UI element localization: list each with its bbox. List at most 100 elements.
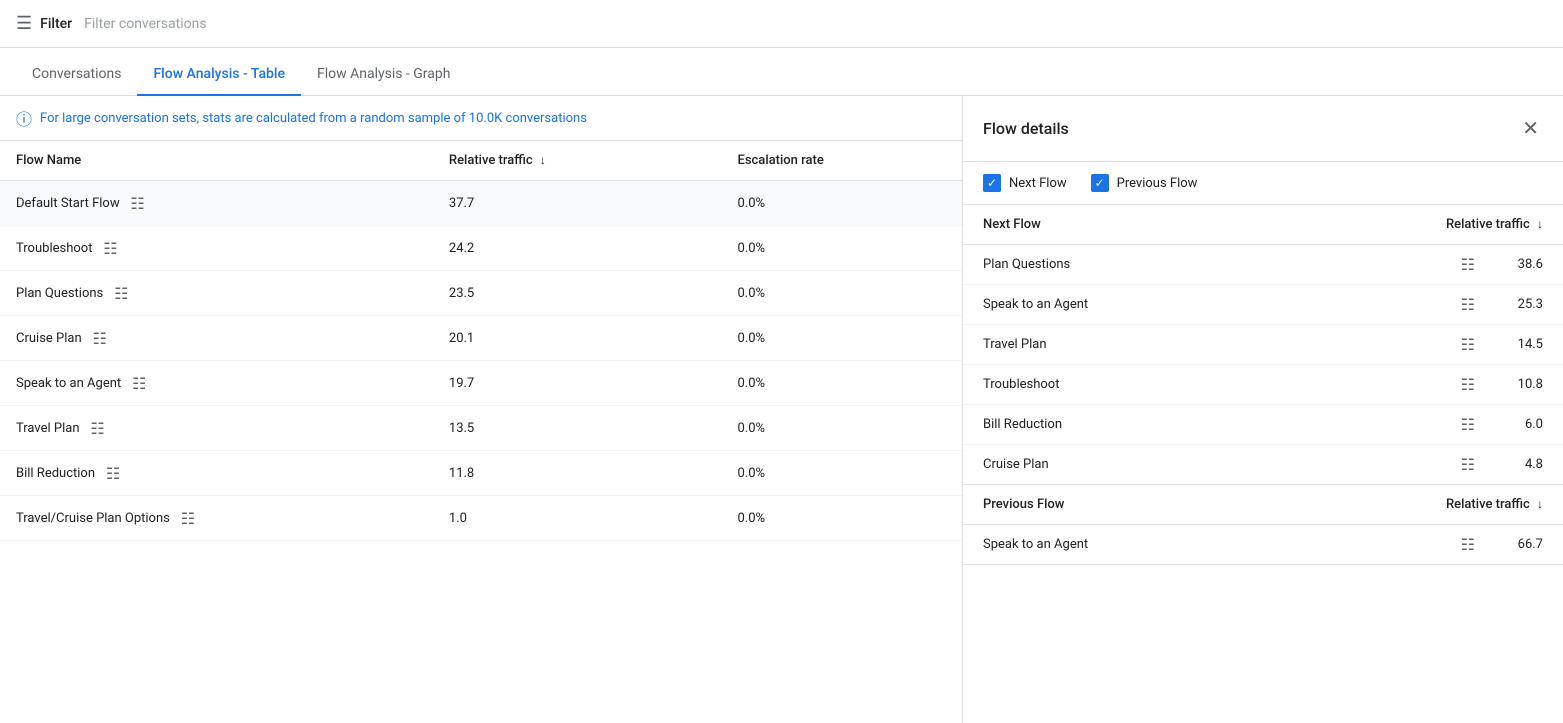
- flow-table-icon: ☷: [111, 283, 131, 303]
- next-flow-row[interactable]: Travel Plan ☷ 14.5: [963, 325, 1563, 365]
- relative-traffic-cell: 13.5: [433, 406, 722, 451]
- right-panel: Flow details ✕ ✓ Next Flow ✓ Previous Fl…: [963, 96, 1563, 723]
- escalation-rate-cell: 0.0%: [721, 451, 962, 496]
- next-flow-name: Cruise Plan: [983, 457, 1453, 472]
- filter-bar: ☰ Filter Filter conversations: [0, 0, 1563, 48]
- next-flow-row[interactable]: Speak to an Agent ☷ 25.3: [963, 285, 1563, 325]
- col-header-relative-traffic[interactable]: Relative traffic ↓: [433, 141, 722, 181]
- flow-name-text: Default Start Flow: [16, 196, 120, 211]
- flow-name-text: Plan Questions: [16, 286, 103, 301]
- info-banner: ⓘ For large conversation sets, stats are…: [0, 96, 962, 141]
- flow-name-text: Cruise Plan: [16, 331, 82, 346]
- next-flow-section: Next Flow Relative traffic ↓ Plan Questi…: [963, 205, 1563, 485]
- relative-traffic-cell: 19.7: [433, 361, 722, 406]
- tab-flow-analysis-graph[interactable]: Flow Analysis - Graph: [301, 54, 467, 96]
- next-flow-icon: ☷: [1461, 255, 1475, 274]
- checkbox-next-flow-label: Next Flow: [1009, 176, 1067, 191]
- next-flow-name: Troubleshoot: [983, 377, 1453, 392]
- previous-flow-rows: Speak to an Agent ☷ 66.7: [963, 525, 1563, 564]
- previous-flow-icon: ☷: [1461, 535, 1475, 554]
- next-flow-row[interactable]: Troubleshoot ☷ 10.8: [963, 365, 1563, 405]
- flow-name-cell: Default Start Flow ☷: [0, 181, 433, 226]
- previous-flow-header-traffic: Relative traffic ↓: [1446, 497, 1543, 512]
- next-flow-name: Bill Reduction: [983, 417, 1453, 432]
- checkbox-next-flow[interactable]: ✓ Next Flow: [983, 174, 1067, 192]
- previous-flow-section-header: Previous Flow Relative traffic ↓: [963, 485, 1563, 525]
- flow-name-cell: Travel/Cruise Plan Options ☷: [0, 496, 433, 541]
- escalation-rate-cell: 0.0%: [721, 406, 962, 451]
- table-row[interactable]: Speak to an Agent ☷ 19.7 0.0%: [0, 361, 962, 406]
- next-flow-value: 14.5: [1483, 337, 1543, 352]
- info-icon: ⓘ: [16, 106, 32, 130]
- next-flow-value: 4.8: [1483, 457, 1543, 472]
- flow-name-text: Travel Plan: [16, 421, 80, 436]
- flow-name-cell: Travel Plan ☷: [0, 406, 433, 451]
- col-header-flow-name: Flow Name: [0, 141, 433, 181]
- flow-table-icon: ☷: [178, 508, 198, 528]
- next-flow-name: Travel Plan: [983, 337, 1453, 352]
- escalation-rate-cell: 0.0%: [721, 316, 962, 361]
- next-flow-value: 6.0: [1483, 417, 1543, 432]
- next-flow-icon: ☷: [1461, 415, 1475, 434]
- escalation-rate-cell: 0.0%: [721, 271, 962, 316]
- flow-name-text: Troubleshoot: [16, 241, 92, 256]
- main-layout: ⓘ For large conversation sets, stats are…: [0, 96, 1563, 723]
- previous-flow-name: Speak to an Agent: [983, 537, 1453, 552]
- escalation-rate-cell: 0.0%: [721, 361, 962, 406]
- flow-sections: Next Flow Relative traffic ↓ Plan Questi…: [963, 205, 1563, 723]
- checkbox-previous-flow[interactable]: ✓ Previous Flow: [1091, 174, 1198, 192]
- next-flow-row[interactable]: Cruise Plan ☷ 4.8: [963, 445, 1563, 484]
- relative-traffic-cell: 37.7: [433, 181, 722, 226]
- relative-traffic-cell: 20.1: [433, 316, 722, 361]
- checkbox-previous-flow-label: Previous Flow: [1117, 176, 1198, 191]
- previous-flow-row[interactable]: Speak to an Agent ☷ 66.7: [963, 525, 1563, 564]
- relative-traffic-cell: 11.8: [433, 451, 722, 496]
- flow-name-cell: Cruise Plan ☷: [0, 316, 433, 361]
- escalation-rate-cell: 0.0%: [721, 181, 962, 226]
- next-flow-value: 25.3: [1483, 297, 1543, 312]
- next-flow-name: Plan Questions: [983, 257, 1453, 272]
- table-row[interactable]: Bill Reduction ☷ 11.8 0.0%: [0, 451, 962, 496]
- previous-flow-value: 66.7: [1483, 537, 1543, 552]
- next-flow-name: Speak to an Agent: [983, 297, 1453, 312]
- table-row[interactable]: Plan Questions ☷ 23.5 0.0%: [0, 271, 962, 316]
- previous-flow-header-name: Previous Flow: [983, 497, 1064, 512]
- tabs-bar: Conversations Flow Analysis - Table Flow…: [0, 48, 1563, 96]
- flow-table-icon: ☷: [88, 418, 108, 438]
- next-flow-icon: ☷: [1461, 455, 1475, 474]
- table-row[interactable]: Travel Plan ☷ 13.5 0.0%: [0, 406, 962, 451]
- next-flow-row[interactable]: Plan Questions ☷ 38.6: [963, 245, 1563, 285]
- checkbox-row: ✓ Next Flow ✓ Previous Flow: [963, 162, 1563, 205]
- next-flow-value: 38.6: [1483, 257, 1543, 272]
- flow-table-icon: ☷: [90, 328, 110, 348]
- tab-flow-analysis-table[interactable]: Flow Analysis - Table: [137, 54, 301, 96]
- relative-traffic-cell: 24.2: [433, 226, 722, 271]
- close-button[interactable]: ✕: [1518, 112, 1543, 145]
- flow-table: Flow Name Relative traffic ↓ Escalation …: [0, 141, 962, 541]
- table-row[interactable]: Default Start Flow ☷ 37.7 0.0%: [0, 181, 962, 226]
- sort-icon-relative: ↓: [540, 153, 546, 167]
- filter-icon: ☰: [16, 13, 32, 34]
- flow-table-icon: ☷: [128, 193, 148, 213]
- sort-icon-previous-flow: ↓: [1537, 497, 1543, 511]
- flow-details-header: Flow details ✕: [963, 96, 1563, 162]
- next-flow-icon: ☷: [1461, 335, 1475, 354]
- escalation-rate-cell: 0.0%: [721, 226, 962, 271]
- flow-name-cell: Plan Questions ☷: [0, 271, 433, 316]
- relative-traffic-cell: 1.0: [433, 496, 722, 541]
- flow-details-title: Flow details: [983, 119, 1069, 138]
- next-flow-section-header: Next Flow Relative traffic ↓: [963, 205, 1563, 245]
- table-row[interactable]: Cruise Plan ☷ 20.1 0.0%: [0, 316, 962, 361]
- table-row[interactable]: Troubleshoot ☷ 24.2 0.0%: [0, 226, 962, 271]
- previous-flow-section: Previous Flow Relative traffic ↓ Speak t…: [963, 485, 1563, 565]
- checkbox-previous-flow-check: ✓: [1095, 176, 1105, 190]
- checkbox-next-flow-check: ✓: [987, 176, 997, 190]
- flow-name-text: Speak to an Agent: [16, 376, 121, 391]
- next-flow-row[interactable]: Bill Reduction ☷ 6.0: [963, 405, 1563, 445]
- tab-conversations[interactable]: Conversations: [16, 54, 137, 96]
- flow-name-cell: Bill Reduction ☷: [0, 451, 433, 496]
- next-flow-header-name: Next Flow: [983, 217, 1041, 232]
- table-row[interactable]: Travel/Cruise Plan Options ☷ 1.0 0.0%: [0, 496, 962, 541]
- flow-table-icon: ☷: [129, 373, 149, 393]
- table-header-row: Flow Name Relative traffic ↓ Escalation …: [0, 141, 962, 181]
